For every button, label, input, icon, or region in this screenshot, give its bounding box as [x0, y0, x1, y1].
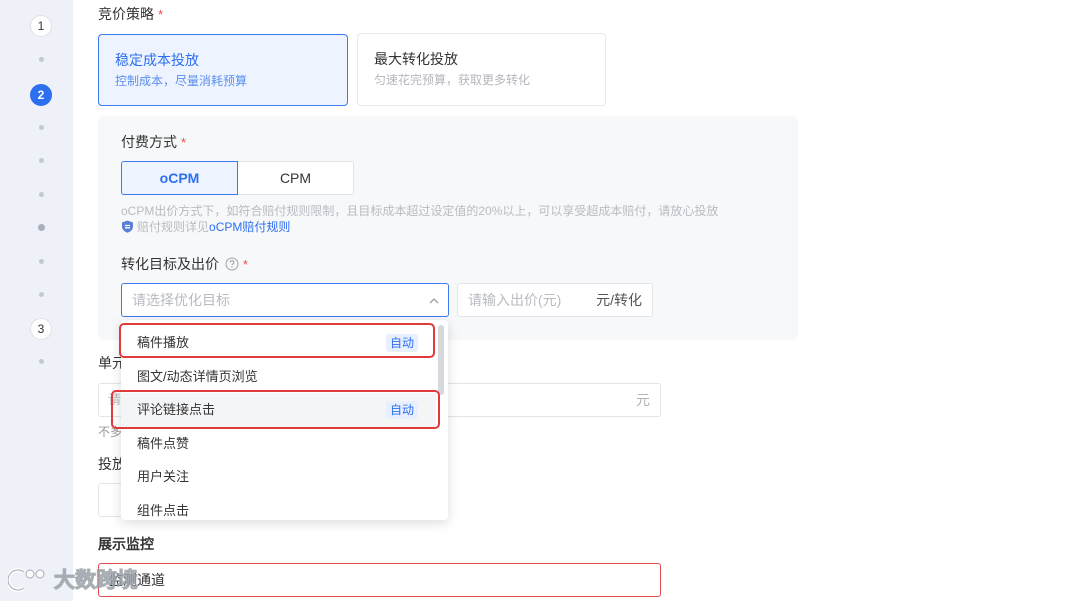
required-mark: *	[242, 257, 248, 272]
step-dot	[39, 259, 44, 264]
option-label: 稿件点赞	[137, 435, 190, 451]
option-desc: 控制成本，尽量消耗预算	[115, 74, 248, 88]
conversion-label: 转化目标及出价 *	[121, 256, 248, 273]
compensation-rule-link[interactable]: oCPM赔付规则	[209, 220, 290, 234]
bid-price-suffix: 元/转化	[596, 292, 642, 308]
select-placeholder: 请选择优化目标	[132, 292, 230, 308]
step-dot	[39, 125, 44, 130]
option-label: 图文/动态详情页浏览	[137, 368, 258, 384]
step-dot	[39, 158, 44, 163]
question-circle-icon[interactable]	[225, 257, 239, 271]
compensation-rule-line: 赔付规则详见oCPM赔付规则	[121, 219, 290, 235]
option-title: 最大转化投放	[374, 51, 458, 67]
rule-prefix: 赔付规则详见	[137, 220, 210, 234]
watermark-text: 大数跨境	[54, 569, 139, 593]
step-sidebar: 1 2 3	[0, 0, 73, 601]
monitor-label: 展示监控	[98, 536, 154, 552]
watermark: 大数跨境	[6, 564, 158, 598]
step-dot	[39, 57, 44, 62]
dropdown-option[interactable]: 组件点击	[121, 494, 436, 521]
option-label: 用户关注	[137, 469, 190, 484]
dropdown-scrollbar[interactable]	[438, 325, 444, 395]
bid-price-input[interactable]: 请输入出价(元) 元/转化	[457, 283, 653, 317]
required-mark: *	[181, 135, 187, 150]
payment-option-cpm[interactable]: CPM	[237, 161, 354, 195]
step-2-active[interactable]: 2	[30, 84, 52, 106]
step-dot-current	[38, 224, 45, 231]
dropdown-option[interactable]: 用户关注	[121, 460, 436, 494]
payment-label-text: 付费方式	[121, 134, 177, 150]
step-dot	[39, 359, 44, 364]
payment-option-ocpm[interactable]: oCPM	[121, 161, 238, 195]
dropdown-option[interactable]: 稿件点赞	[121, 427, 436, 461]
step-1[interactable]: 1	[30, 15, 52, 37]
watermark-logo-icon	[6, 566, 50, 594]
bid-strategy-label: 竞价策略 *	[98, 6, 163, 23]
dropdown-option[interactable]: 图文/动态详情页浏览	[121, 360, 436, 394]
bid-strategy-option-stable-cost[interactable]: 稳定成本投放 控制成本，尽量消耗预算	[98, 34, 348, 106]
bid-strategy-label-text: 竞价策略	[98, 6, 154, 22]
monitor-channel-input[interactable]: 监测通道	[98, 563, 661, 597]
option-label: 组件点击	[137, 502, 190, 518]
payment-note: oCPM出价方式下，如符合赔付规则限制，且目标成本超过设定值的20%以上，可以享…	[121, 204, 719, 218]
step-dot	[39, 292, 44, 297]
step-dot	[39, 192, 44, 197]
bid-strategy-option-max-conversion[interactable]: 最大转化投放 匀速花完预算，获取更多转化	[357, 33, 606, 106]
annotation-box	[111, 390, 440, 429]
shield-icon	[121, 220, 134, 233]
option-desc: 匀速花完预算，获取更多转化	[374, 73, 531, 87]
chevron-up-icon	[428, 294, 440, 306]
option-title: 稳定成本投放	[115, 52, 199, 68]
conversion-label-text: 转化目标及出价	[121, 256, 219, 272]
unit-bid-suffix: 元	[636, 392, 650, 408]
required-mark: *	[158, 7, 164, 22]
optimization-target-select[interactable]: 请选择优化目标	[121, 283, 449, 317]
step-3[interactable]: 3	[30, 318, 52, 340]
bid-price-placeholder: 请输入出价(元)	[468, 292, 562, 308]
payment-label: 付费方式 *	[121, 134, 186, 151]
annotation-box	[119, 323, 435, 358]
